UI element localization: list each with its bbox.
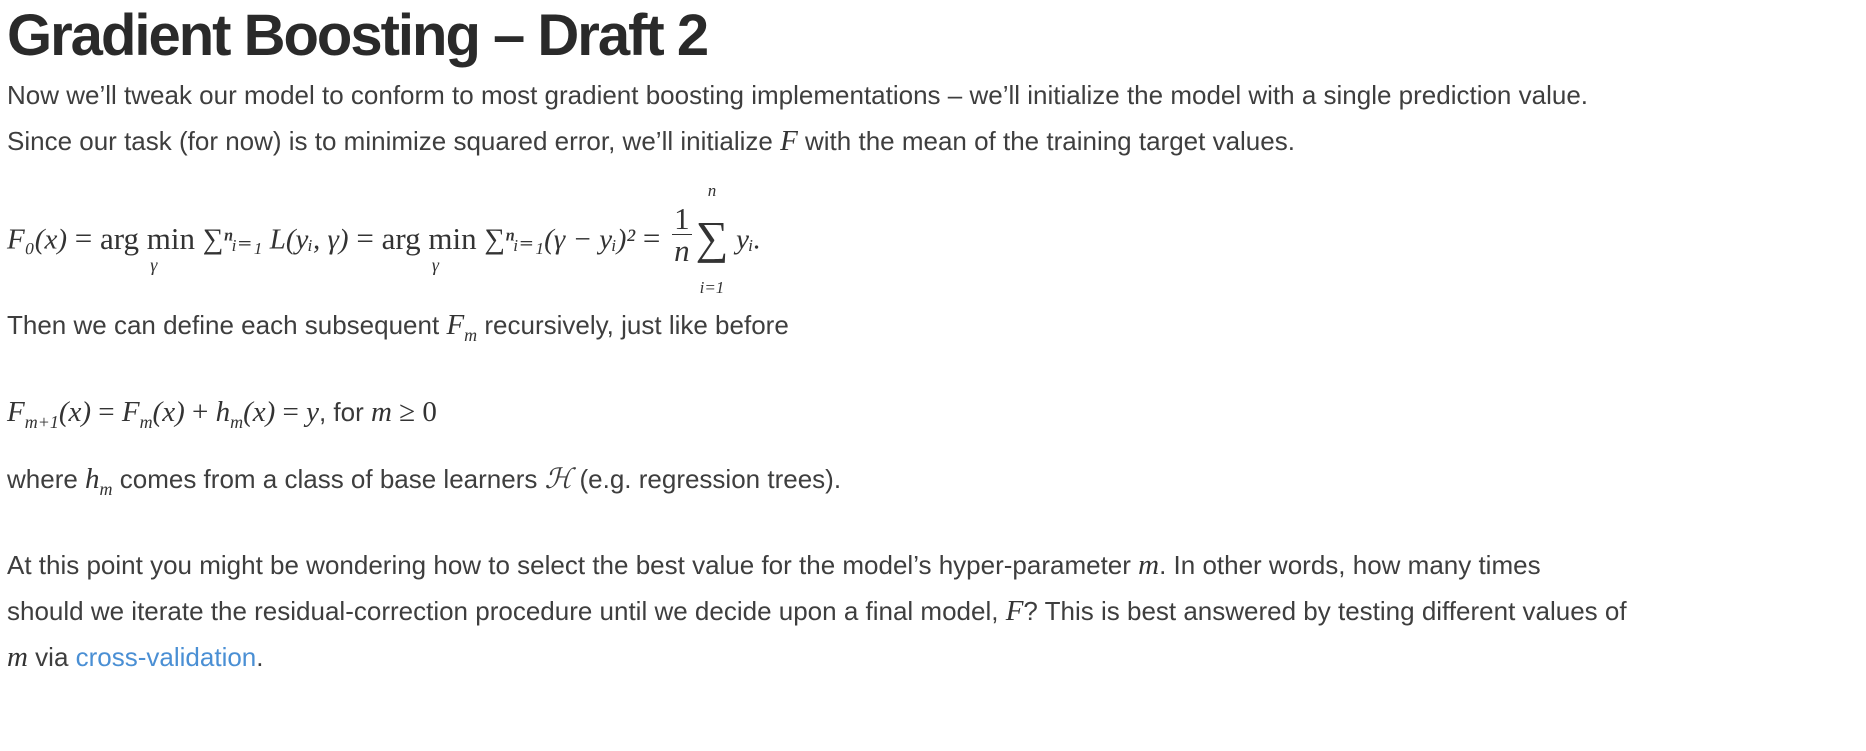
eq1-sum-squared: ∑ⁿᵢ₌₁(γ − yᵢ)² — [484, 223, 636, 256]
intro-paragraph: Now we’ll tweak our model to conform to … — [7, 72, 1857, 164]
hp-line-3-end: . — [256, 641, 264, 672]
eq1-equals-3: = — [642, 220, 661, 256]
eq1-fraction: 1n — [672, 201, 692, 268]
eq2-hm: hm(x) — [215, 395, 276, 432]
eq1-big-sum: ∑ n i=1 — [695, 181, 729, 297]
eq2-condition: m — [371, 395, 392, 428]
eq1-equals-2: = — [356, 220, 374, 256]
eq1-lhs: F₀(x) — [7, 223, 67, 256]
article-section: Gradient Boosting – Draft 2 Now we’ll tw… — [7, 0, 1857, 680]
eq1-sum-loss: ∑ⁿᵢ₌₁ L(yᵢ, γ) — [202, 223, 349, 256]
hp-line-3-middle: via — [27, 641, 76, 672]
var-m: m — [1138, 548, 1160, 581]
eq2-for: for — [333, 396, 364, 427]
argmin-label: arg min — [381, 220, 477, 256]
eq1-argmin-1: arg min γ — [99, 220, 195, 275]
frac-denominator: n — [674, 233, 690, 268]
base-learner-text-middle: comes from a class of base learners — [112, 463, 545, 494]
var-m-2: m — [7, 640, 28, 673]
hyperparameter-paragraph: At this point you might be wondering how… — [7, 542, 1857, 680]
hp-line-2-end: ? This is best answered by testing diffe… — [1023, 595, 1627, 626]
intro-line-1: Now we’ll tweak our model to conform to … — [7, 80, 1588, 110]
argmin-subscript: γ — [431, 254, 440, 275]
cross-validation-link[interactable]: cross-validation — [76, 642, 257, 672]
eq1-tail: yᵢ. — [736, 223, 761, 256]
equation-recursion: Fm+1(x) = Fm(x) + hm(x) = y, for m ≥ 0 — [7, 395, 437, 432]
equation-initial-model: F₀(x) = arg min γ ∑ⁿᵢ₌₁ L(yᵢ, γ) = arg mi… — [7, 172, 1857, 302]
argmin-subscript: γ — [150, 254, 158, 275]
hp-line-1-start: At this point you might be wondering how… — [7, 549, 1139, 580]
eq1-equals-1: = — [74, 220, 93, 256]
var-F-final: F — [1005, 594, 1024, 627]
var-Fm: Fm — [446, 309, 478, 345]
eq2-y: y — [306, 395, 319, 428]
bigsum-upper: n — [707, 181, 717, 200]
hp-line-1-end: . In other words, how many times — [1159, 549, 1541, 580]
eq2-fm: Fm(x) — [121, 395, 185, 432]
base-learner-text-end: (e.g. regression trees). — [572, 463, 842, 494]
intro-line-2-end: with the mean of the training target val… — [797, 126, 1295, 156]
eq2-lhs: Fm+1(x) — [7, 395, 91, 432]
argmin-label: arg min — [99, 220, 195, 256]
eq1-argmin-2: arg min γ — [381, 220, 477, 275]
recursion-text-end: recursively, just like before — [477, 310, 789, 340]
hp-line-2-start: should we iterate the residual-correctio… — [7, 595, 1006, 626]
var-calH: ℋ — [544, 461, 573, 495]
page-title: Gradient Boosting – Draft 2 — [7, 3, 709, 68]
frac-numerator: 1 — [672, 201, 692, 236]
recursion-text-start: Then we can define each subsequent — [7, 310, 447, 340]
recursion-paragraph: Then we can define each subsequent Fm re… — [7, 302, 1857, 358]
var-F: F — [780, 125, 798, 157]
base-learner-paragraph: where hm comes from a class of base lear… — [7, 456, 1857, 512]
var-hm: hm — [85, 462, 113, 499]
base-learner-text-start: where — [7, 463, 86, 494]
intro-line-2-start: Since our task (for now) is to minimize … — [7, 126, 781, 156]
bigsum-lower: i=1 — [699, 278, 725, 297]
